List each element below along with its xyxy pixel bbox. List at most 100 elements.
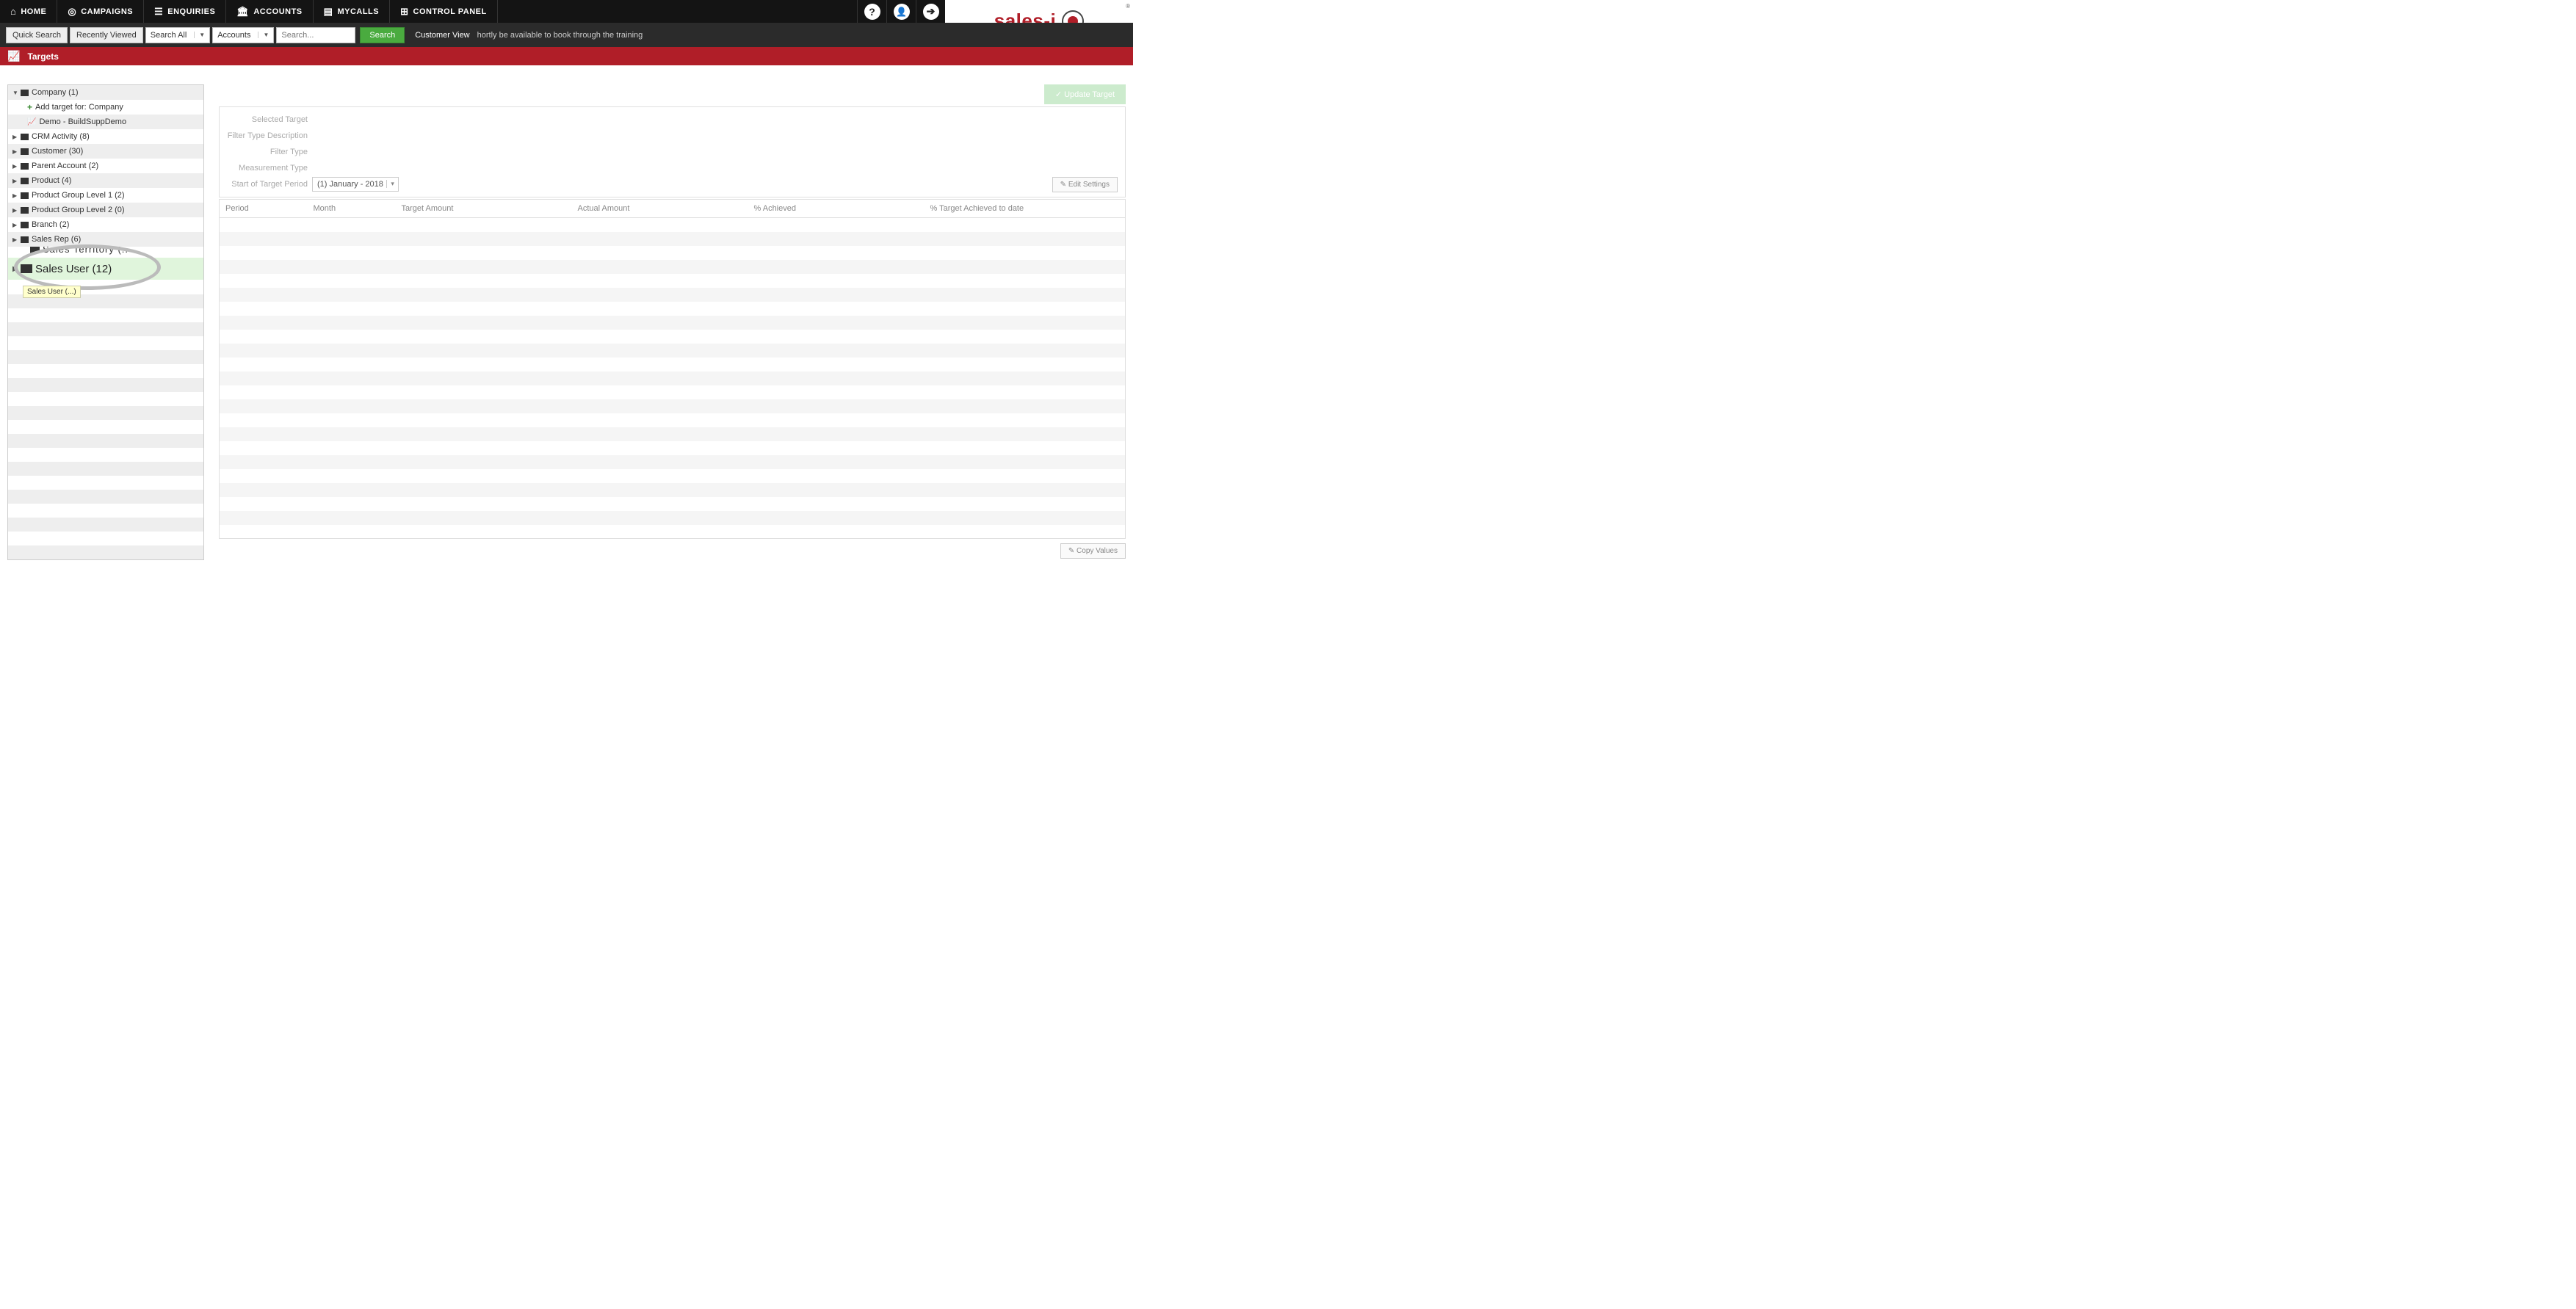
expand-icon[interactable]: ▶ xyxy=(12,222,18,228)
tree-item-demo[interactable]: 📈Demo - BuildSuppDemo xyxy=(8,115,203,129)
tree-row-blank xyxy=(8,545,203,559)
expand-icon[interactable]: ▶ xyxy=(12,134,18,140)
tree-item-sales-user[interactable]: ▶ Sales User (12) xyxy=(8,258,203,280)
tree-panel: ▼ Company (1) +Add target for: Company 📈D… xyxy=(7,84,204,560)
table-row xyxy=(220,330,1126,344)
tree-label: Product Group Level 2 (0) xyxy=(32,206,125,214)
tree-item-pg2[interactable]: ▶ Product Group Level 2 (0) xyxy=(8,203,203,217)
tree-label: Demo - BuildSuppDemo xyxy=(39,117,126,126)
tree-row-blank xyxy=(8,532,203,545)
col-pct-target-to-date[interactable]: % Target Achieved to date xyxy=(925,200,1126,218)
help-icon: ? xyxy=(864,4,880,20)
folder-icon xyxy=(21,178,29,184)
nav-home[interactable]: ⌂HOME xyxy=(0,0,57,23)
update-target-button[interactable]: Update Target xyxy=(1044,84,1126,104)
table-row xyxy=(220,497,1126,511)
tree-label: Sales Territory (.. xyxy=(43,247,129,255)
tree-item-sales-rep[interactable]: ▶Sales Rep (6) xyxy=(8,232,203,247)
nav-enquiries-label: ENQUIRIES xyxy=(167,7,215,16)
form-label-period: Start of Target Period xyxy=(227,180,312,189)
tree-label: Company (1) xyxy=(32,88,79,97)
help-button[interactable]: ? xyxy=(857,0,886,23)
main-content: ▼ Company (1) +Add target for: Company 📈D… xyxy=(0,77,1133,568)
forward-button[interactable]: ➔ xyxy=(916,0,945,23)
expand-icon[interactable]: ▶ xyxy=(12,163,18,170)
nav-accounts[interactable]: 🏛ACCOUNTS xyxy=(226,0,313,23)
tree-row-blank xyxy=(8,490,203,504)
accounts-icon: 🏛 xyxy=(236,6,249,18)
folder-icon xyxy=(21,134,29,140)
user-button[interactable]: 👤 xyxy=(886,0,916,23)
tree-label: Branch (2) xyxy=(32,220,69,229)
expand-icon[interactable]: ▶ xyxy=(12,178,18,184)
table-row xyxy=(220,218,1126,232)
expand-icon[interactable]: ▶ xyxy=(12,265,18,273)
expand-icon[interactable]: ▶ xyxy=(12,207,18,214)
nav-campaigns[interactable]: ◎CAMPAIGNS xyxy=(57,0,144,23)
tree-item-pg1[interactable]: ▶ Product Group Level 1 (2) xyxy=(8,188,203,203)
tree-row-blank xyxy=(8,308,203,322)
folder-icon xyxy=(21,264,32,273)
col-actual-amount[interactable]: Actual Amount xyxy=(572,200,748,218)
tree-item-add-target[interactable]: +Add target for: Company xyxy=(8,100,203,115)
tree-item-customer[interactable]: ▶ Customer (30) xyxy=(8,144,203,159)
expand-icon[interactable]: ▼ xyxy=(12,90,18,96)
folder-icon xyxy=(21,222,29,228)
nav-mycalls[interactable]: ▤MYCALLS xyxy=(314,0,390,23)
table-row xyxy=(220,358,1126,371)
tree-label: Sales User (12) xyxy=(35,263,112,275)
col-target-amount[interactable]: Target Amount xyxy=(396,200,572,218)
table-row xyxy=(220,399,1126,413)
ticker-text: hortly be available to book through the … xyxy=(477,31,643,40)
folder-icon xyxy=(21,192,29,199)
period-select[interactable]: (1) January - 2018 xyxy=(312,177,399,192)
folder-icon xyxy=(21,163,29,170)
expand-icon[interactable]: ▶ xyxy=(12,192,18,199)
tree-row-blank xyxy=(8,462,203,476)
tree-row-blank xyxy=(8,350,203,364)
campaigns-icon: ◎ xyxy=(68,6,76,18)
tree-item-parent-account[interactable]: ▶ Parent Account (2) xyxy=(8,159,203,173)
table-row xyxy=(220,511,1126,525)
expand-icon[interactable]: ▶ xyxy=(12,148,18,155)
tree-item-crm[interactable]: ▶CRM Activity (8) xyxy=(8,129,203,144)
tree-row-blank xyxy=(8,504,203,518)
table-row xyxy=(220,316,1126,330)
control-panel-icon: ⊞ xyxy=(400,6,408,18)
col-pct-achieved[interactable]: % Achieved xyxy=(748,200,925,218)
page-title: Targets xyxy=(27,51,58,62)
table-row xyxy=(220,260,1126,274)
search-button[interactable]: Search xyxy=(360,27,405,43)
tree-label: Parent Account (2) xyxy=(32,162,98,170)
expand-icon[interactable]: ▶ xyxy=(12,236,18,243)
recently-viewed-button[interactable]: Recently Viewed xyxy=(70,27,143,43)
tree-row-blank xyxy=(8,406,203,420)
search-input[interactable] xyxy=(276,27,355,43)
customer-view-label: Customer View xyxy=(415,31,469,40)
nav-control-panel-label: CONTROL PANEL xyxy=(413,7,487,16)
search-entity-label: Accounts xyxy=(217,31,250,40)
nav-enquiries[interactable]: ☰ENQUIRIES xyxy=(144,0,226,23)
tree-label: Product Group Level 1 (2) xyxy=(32,191,125,200)
tree-label: Customer (30) xyxy=(32,147,83,156)
tree-item-company[interactable]: ▼ Company (1) xyxy=(8,85,203,100)
col-period[interactable]: Period xyxy=(220,200,308,218)
col-month[interactable]: Month xyxy=(308,200,396,218)
tree-item-sales-territory[interactable]: Sales Territory (.. xyxy=(8,247,203,258)
table-row xyxy=(220,483,1126,497)
table-row xyxy=(220,455,1126,469)
quick-search-button[interactable]: Quick Search xyxy=(6,27,68,43)
form-label-mtype: Measurement Type xyxy=(227,164,312,173)
nav-control-panel[interactable]: ⊞ CONTROL PANEL xyxy=(390,0,498,23)
edit-settings-button[interactable]: Edit Settings xyxy=(1052,177,1118,192)
table-row xyxy=(220,246,1126,260)
search-scope-select[interactable]: Search All▼ xyxy=(145,27,210,43)
chart-line-icon: 📈 xyxy=(7,50,20,62)
tree-item-branch[interactable]: ▶ Branch (2) xyxy=(8,217,203,232)
copy-values-button[interactable]: Copy Values xyxy=(1060,543,1126,559)
table-row xyxy=(220,441,1126,455)
tree-item-product[interactable]: ▶Product (4) xyxy=(8,173,203,188)
search-entity-select[interactable]: Accounts▼ xyxy=(212,27,274,43)
tree-row-blank xyxy=(8,518,203,532)
tooltip: Sales User (...) xyxy=(23,286,81,298)
